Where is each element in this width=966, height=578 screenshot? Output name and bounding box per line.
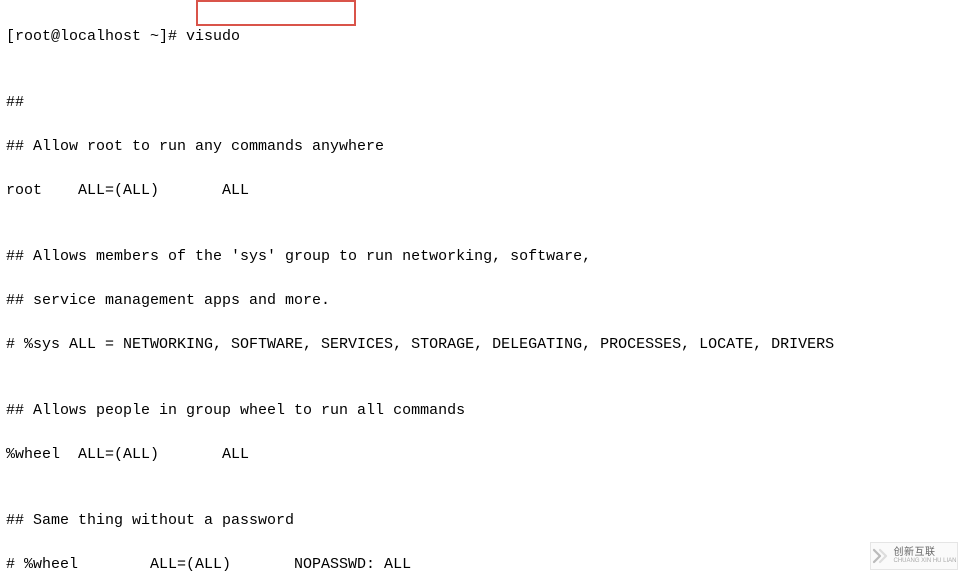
watermark-text-cn: 创新互联 [893, 548, 935, 558]
terminal-line: ## [6, 92, 960, 114]
watermark-logo-icon [871, 547, 889, 565]
terminal-line: [root@localhost ~]# visudo [6, 26, 960, 48]
terminal-line: root ALL=(ALL) ALL [6, 180, 960, 202]
terminal-line: ## Allows members of the 'sys' group to … [6, 246, 960, 268]
terminal-line: ## Allow root to run any commands anywhe… [6, 136, 960, 158]
terminal-line: ## Same thing without a password [6, 510, 960, 532]
watermark-badge: 创新互联 CHUANG XIN HU LIAN [870, 542, 958, 570]
watermark-text-pinyin: CHUANG XIN HU LIAN [893, 558, 956, 564]
terminal-output: [root@localhost ~]# visudo ## ## Allow r… [0, 0, 966, 578]
command-highlight-box [196, 0, 356, 26]
terminal-line: ## Allows people in group wheel to run a… [6, 400, 960, 422]
terminal-line: ## service management apps and more. [6, 290, 960, 312]
terminal-line: # %sys ALL = NETWORKING, SOFTWARE, SERVI… [6, 334, 960, 356]
terminal-line: # %wheel ALL=(ALL) NOPASSWD: ALL [6, 554, 960, 576]
terminal-line: %wheel ALL=(ALL) ALL [6, 444, 960, 466]
